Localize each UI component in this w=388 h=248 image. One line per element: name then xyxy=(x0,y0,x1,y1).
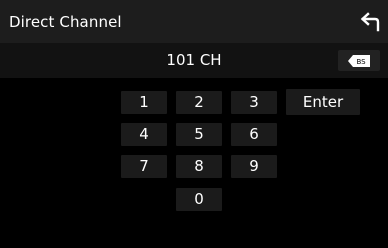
key-5[interactable]: 5 xyxy=(176,123,222,146)
backspace-button[interactable]: BS xyxy=(338,50,380,71)
backspace-icon: BS xyxy=(348,54,370,67)
key-8[interactable]: 8 xyxy=(176,155,222,178)
enter-button[interactable]: Enter xyxy=(286,89,360,115)
key-7[interactable]: 7 xyxy=(121,155,167,178)
key-2[interactable]: 2 xyxy=(176,91,222,114)
screen-title: Direct Channel xyxy=(9,13,122,31)
key-1[interactable]: 1 xyxy=(121,91,167,114)
return-arrow-icon xyxy=(360,12,380,32)
back-button[interactable] xyxy=(357,10,383,34)
backspace-label: BS xyxy=(356,58,366,66)
channel-readout: 101 CH xyxy=(166,51,222,69)
header-bar: Direct Channel xyxy=(0,0,388,43)
key-3[interactable]: 3 xyxy=(231,91,277,114)
key-6[interactable]: 6 xyxy=(231,123,277,146)
key-0[interactable]: 0 xyxy=(176,188,222,211)
key-4[interactable]: 4 xyxy=(121,123,167,146)
key-9[interactable]: 9 xyxy=(231,155,277,178)
